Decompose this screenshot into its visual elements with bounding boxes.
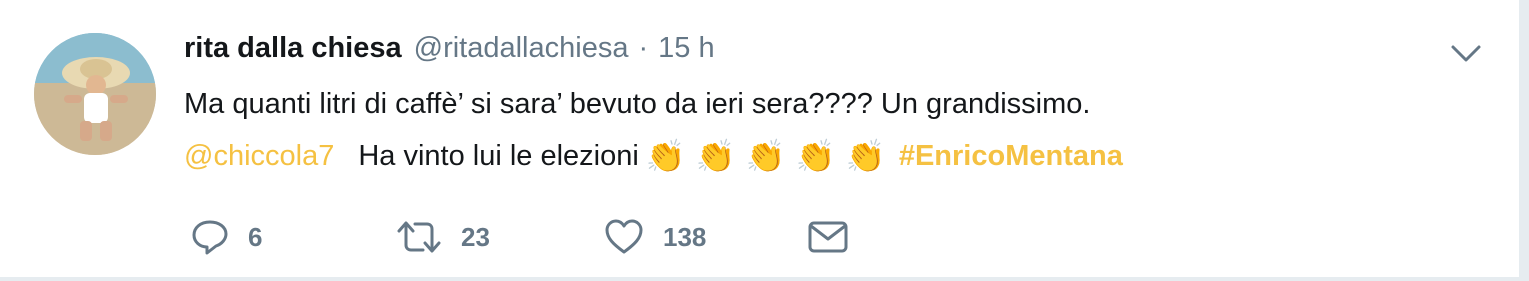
reply-button[interactable]: 6	[190, 217, 395, 257]
clapping-hands-icon: 👏	[745, 138, 786, 174]
tweet-text-body: Ha vinto lui le elezioni	[358, 139, 639, 172]
clap-emoji-group: 👏 👏 👏 👏 👏	[641, 138, 891, 174]
like-button[interactable]: 138	[603, 217, 806, 257]
mention-link[interactable]: @chiccola7	[184, 140, 334, 173]
reply-count: 6	[248, 221, 263, 252]
clapping-hands-icon: 👏	[695, 138, 736, 174]
tweet-text-line-1: Ma quanti litri di caffè’ si sara’ bevut…	[184, 88, 1091, 120]
clapping-hands-icon: 👏	[645, 138, 686, 174]
avatar[interactable]	[34, 33, 156, 155]
avatar-image	[34, 33, 156, 155]
timestamp[interactable]: 15 h	[658, 32, 714, 65]
tweet-header: rita dalla chiesa @ritadallachiesa · 15 …	[184, 32, 715, 76]
heart-icon	[605, 219, 643, 254]
retweet-icon	[397, 221, 441, 253]
separator-dot: ·	[638, 32, 649, 64]
hashtag-link[interactable]: #EnricoMentana	[899, 140, 1123, 173]
retweet-button[interactable]: 23	[395, 217, 603, 257]
clapping-hands-icon: 👏	[845, 138, 886, 174]
author-name[interactable]: rita dalla chiesa	[184, 32, 402, 65]
retweet-count: 23	[461, 221, 490, 252]
clapping-hands-icon: 👏	[795, 138, 836, 174]
direct-message-button[interactable]	[806, 217, 850, 257]
envelope-icon	[808, 221, 848, 253]
chevron-down-icon[interactable]	[1449, 40, 1483, 66]
tweet-card: rita dalla chiesa @ritadallachiesa · 15 …	[0, 0, 1520, 278]
tweet-text-line-2: @chiccola7 Ha vinto lui le elezioni 👏 👏 …	[184, 138, 1123, 174]
tweet-actions: 6 23 138	[190, 215, 850, 259]
reply-icon	[192, 220, 228, 255]
like-count: 138	[663, 221, 707, 252]
author-handle[interactable]: @ritadallachiesa	[414, 32, 629, 65]
